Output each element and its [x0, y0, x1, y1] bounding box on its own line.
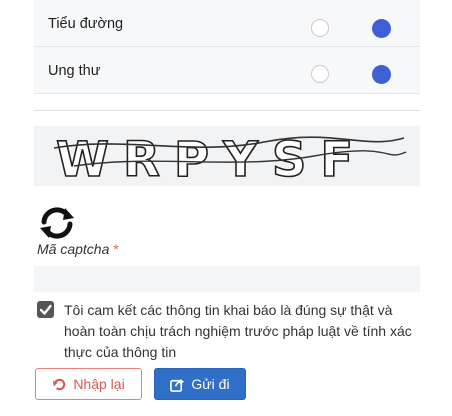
captcha-label-text: Mã captcha	[37, 241, 110, 257]
commitment-checkbox[interactable]	[37, 301, 54, 318]
refresh-captcha-button[interactable]	[38, 206, 76, 240]
submit-button[interactable]: Gửi đi	[154, 368, 246, 400]
required-mark: *	[113, 241, 119, 257]
health-question-list: Tiểu đường Ung thư	[34, 0, 420, 94]
question-label: Ung thư	[48, 63, 101, 79]
radio-no-ung-thu[interactable]	[311, 65, 329, 83]
divider	[34, 110, 420, 111]
radio-no-tieu-duong[interactable]	[311, 19, 329, 37]
captcha-text: WRPYSF	[56, 132, 367, 186]
captcha-input[interactable]	[34, 266, 420, 292]
radio-yes-ung-thu[interactable]	[372, 65, 391, 84]
question-row-tieu-duong: Tiểu đường	[34, 0, 420, 47]
question-row-ung-thu: Ung thư	[34, 47, 420, 94]
submit-button-label: Gửi đi	[191, 376, 230, 392]
question-label: Tiểu đường	[48, 16, 124, 32]
check-icon	[39, 304, 52, 315]
commitment-text: Tôi cam kết các thông tin khai báo là đú…	[64, 302, 412, 360]
reset-button-label: Nhập lại	[73, 376, 125, 392]
captcha-image: WRPYSF	[34, 126, 420, 186]
refresh-icon	[40, 207, 74, 239]
reset-button[interactable]: Nhập lại	[35, 368, 142, 400]
radio-yes-tieu-duong[interactable]	[372, 19, 391, 38]
captcha-svg: WRPYSF	[34, 126, 420, 186]
redo-icon	[53, 378, 66, 390]
share-icon	[170, 378, 185, 392]
captcha-label: Mã captcha *	[37, 241, 119, 257]
